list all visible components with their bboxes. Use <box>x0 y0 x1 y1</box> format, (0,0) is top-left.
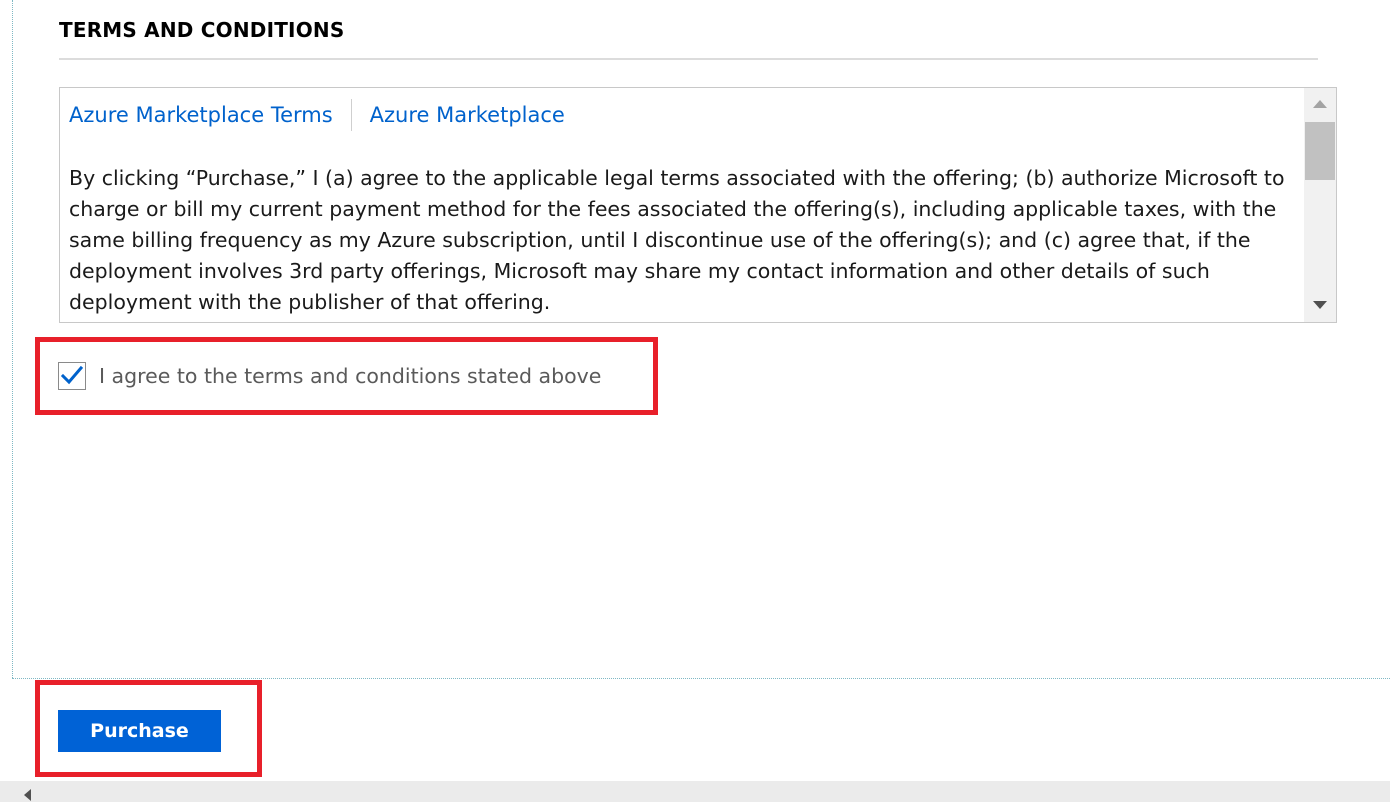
link-divider <box>350 99 352 131</box>
checkmark-icon <box>61 366 83 385</box>
scroll-up-arrow-icon[interactable] <box>1313 100 1327 108</box>
terms-body-text: By clicking “Purchase,” I (a) agree to t… <box>69 166 1285 314</box>
purchase-button[interactable]: Purchase <box>58 710 221 752</box>
section-divider <box>59 58 1318 60</box>
terms-links: Azure Marketplace Terms Azure Marketplac… <box>69 99 565 131</box>
panel-left-border <box>12 0 13 678</box>
agree-terms-checkbox[interactable] <box>58 362 86 390</box>
agree-terms-checkbox-row[interactable]: I agree to the terms and conditions stat… <box>58 362 601 390</box>
scroll-down-arrow-icon[interactable] <box>1313 301 1327 309</box>
horizontal-scrollbar[interactable] <box>0 781 1390 802</box>
section-title: TERMS AND CONDITIONS <box>59 18 345 42</box>
terms-page: TERMS AND CONDITIONS Azure Marketplace T… <box>0 0 1390 802</box>
azure-marketplace-terms-link[interactable]: Azure Marketplace Terms <box>69 103 333 127</box>
scrollbar-thumb[interactable] <box>1305 122 1335 180</box>
terms-vertical-scrollbar[interactable] <box>1304 88 1336 322</box>
agree-terms-label: I agree to the terms and conditions stat… <box>99 364 602 388</box>
scroll-left-arrow-icon[interactable] <box>24 789 31 801</box>
terms-scroll-box[interactable]: Azure Marketplace Terms Azure Marketplac… <box>59 87 1337 323</box>
footer-divider <box>12 678 1390 679</box>
azure-marketplace-link[interactable]: Azure Marketplace <box>370 103 565 127</box>
